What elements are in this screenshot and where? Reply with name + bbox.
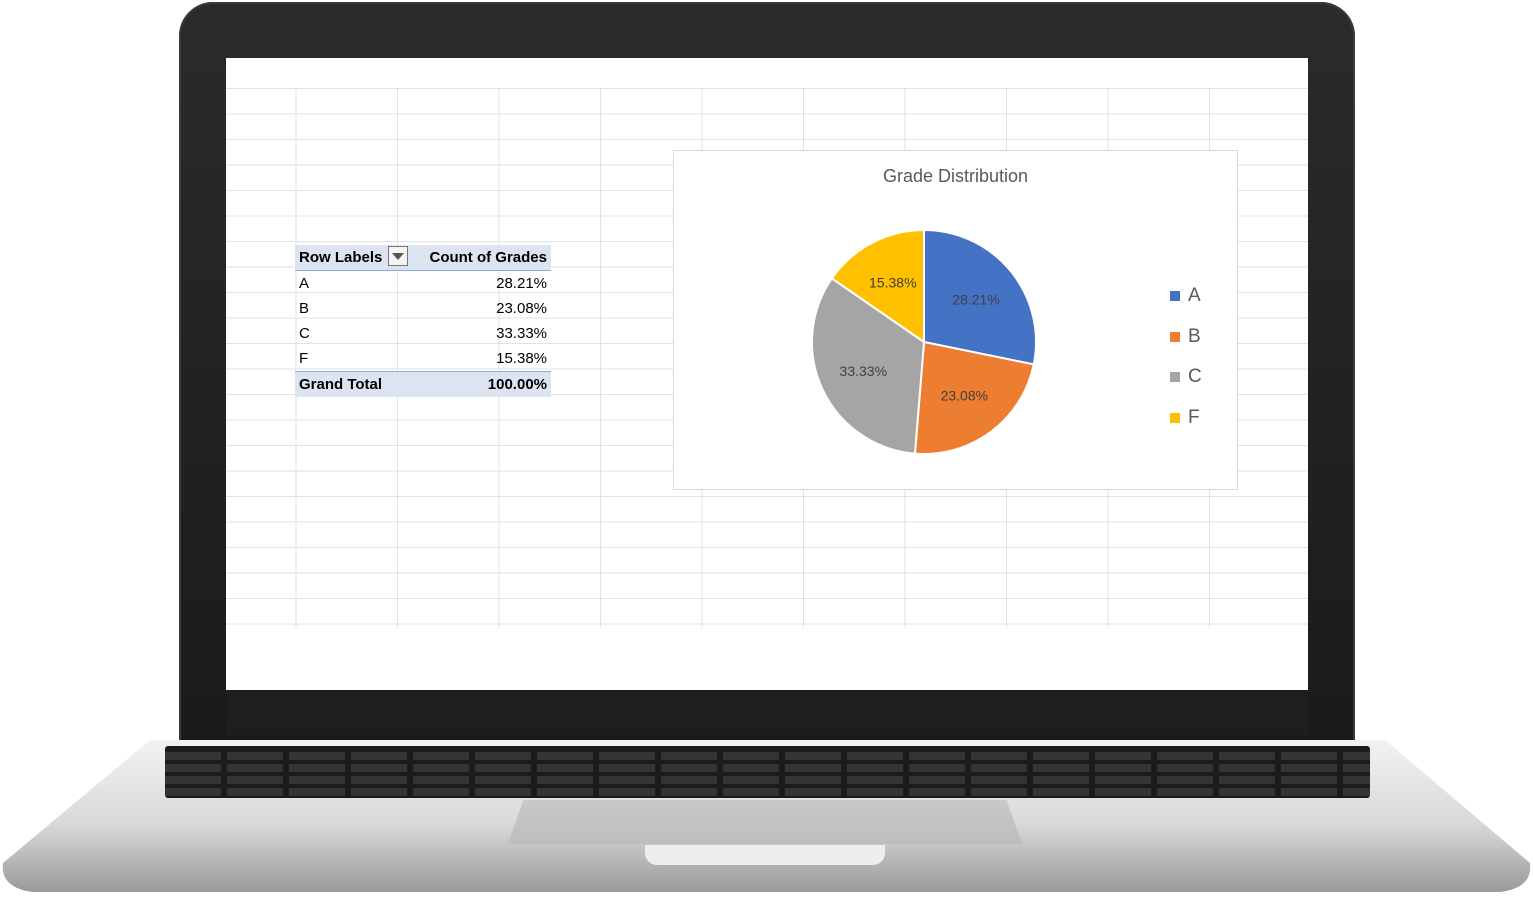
data-label-b: 23.08% [941, 388, 988, 404]
legend-item-a[interactable]: A [1170, 276, 1202, 317]
screen-bezel [226, 690, 1308, 735]
pivot-count-header: Count of Grades [429, 249, 547, 266]
pivot-row-label[interactable]: C [295, 321, 419, 346]
legend-item-c[interactable]: C [1170, 357, 1202, 398]
legend-item-f[interactable]: F [1170, 398, 1202, 439]
legend-swatch [1170, 412, 1180, 423]
pivot-row-value[interactable]: 28.21% [419, 271, 551, 297]
pivot-row[interactable]: C 33.33% [295, 321, 551, 346]
legend-label: A [1188, 285, 1201, 307]
pivot-table: Row Labels Count of Grades A 28.21% B 23… [295, 245, 551, 397]
pivot-row[interactable]: B 23.08% [295, 296, 551, 321]
trackpad [508, 800, 1022, 844]
legend-swatch [1170, 331, 1180, 342]
legend-item-b[interactable]: B [1170, 317, 1202, 358]
legend-label: C [1188, 366, 1202, 388]
keyboard [165, 746, 1370, 798]
data-label-a: 28.21% [952, 292, 999, 308]
pivot-row-label[interactable]: B [295, 296, 419, 321]
pivot-total-row[interactable]: Grand Total 100.00% [295, 371, 551, 397]
legend-swatch [1170, 291, 1180, 302]
data-label-c: 33.33% [840, 363, 887, 379]
pie-chart-plot[interactable]: 28.21% 23.08% 33.33% 15.38% [674, 151, 1237, 489]
pivot-row-label[interactable]: F [295, 346, 419, 372]
legend-swatch [1170, 372, 1180, 383]
legend-label: B [1188, 325, 1201, 347]
chart-legend: ABCF [1170, 276, 1202, 438]
pivot-row[interactable]: F 15.38% [295, 346, 551, 372]
laptop-notch [645, 845, 885, 865]
pie-chart[interactable]: Grade Distribution 28.21% 23.08% 33.33% 15.… [673, 150, 1238, 490]
spreadsheet-screen: Row Labels Count of Grades A 28.21% B 23… [226, 58, 1308, 690]
pivot-row[interactable]: A 28.21% [295, 271, 551, 297]
row-labels-text: Row Labels [299, 248, 383, 266]
grand-total-label[interactable]: Grand Total [295, 371, 419, 397]
pivot-row-label[interactable]: A [295, 271, 419, 297]
pivot-row-value[interactable]: 23.08% [419, 296, 551, 321]
pivot-header-row: Row Labels Count of Grades [295, 245, 551, 271]
pivot-row-labels-header: Row Labels [295, 245, 419, 271]
pivot-row-value[interactable]: 33.33% [419, 321, 551, 346]
pivot-row-value[interactable]: 15.38% [419, 346, 551, 372]
grand-total-value[interactable]: 100.00% [418, 371, 551, 397]
legend-label: F [1188, 406, 1200, 428]
filter-dropdown-icon[interactable] [388, 245, 409, 266]
data-label-f: 15.38% [869, 274, 916, 290]
